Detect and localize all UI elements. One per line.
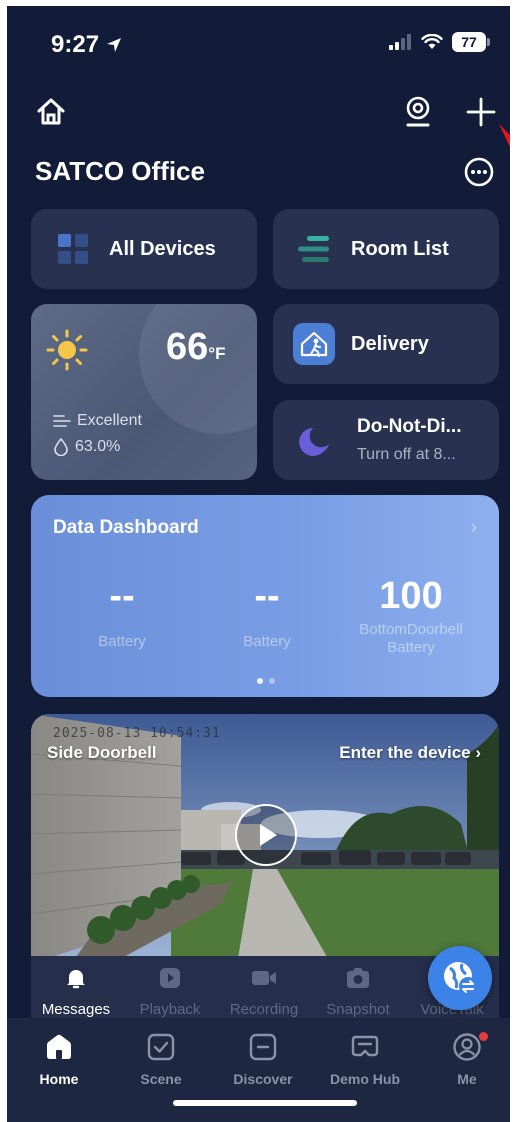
delivery-label: Delivery [351, 333, 429, 355]
action-label: Recording [229, 1001, 299, 1018]
action-label: Snapshot [326, 1001, 390, 1018]
metric-value: -- [109, 575, 135, 617]
delivery-scene-card[interactable]: Delivery [273, 304, 499, 384]
chevron-right-icon[interactable]: › [471, 517, 477, 538]
grid-icon [58, 234, 88, 264]
bell-icon [67, 970, 85, 989]
status-bar: 9:27 77 [7, 6, 510, 86]
enter-device-link[interactable]: Enter the device › [339, 743, 481, 763]
action-messages[interactable]: Messages [31, 966, 121, 1018]
checkbox-icon [147, 1033, 175, 1061]
home-switch-icon[interactable] [35, 96, 67, 128]
camera-feed[interactable]: 2025-08-13 10:54:31 Side Doorbell Enter … [31, 714, 499, 964]
temperature-unit: °F [208, 344, 226, 363]
tab-home[interactable]: Home [9, 1032, 109, 1087]
metric-value: 100 [379, 575, 443, 617]
metric-battery-2: -- Battery [192, 575, 342, 651]
play-icon [260, 824, 277, 846]
home-icon [47, 1034, 71, 1059]
smart-assistant-button[interactable] [428, 946, 492, 1010]
air-quality-row: Excellent [53, 412, 142, 430]
weather-card[interactable]: 66°F Excellent 63.0% [31, 304, 257, 480]
tab-label: Home [39, 1071, 79, 1087]
all-devices-card[interactable]: All Devices [31, 209, 257, 289]
metric-value: -- [254, 575, 280, 617]
temperature-value: 66°F [166, 326, 225, 369]
page-dot [257, 678, 263, 684]
video-camera-icon [252, 971, 276, 985]
security-camera-icon[interactable] [403, 96, 433, 128]
tab-label: Me [457, 1071, 477, 1087]
page-indicator [257, 678, 275, 684]
bottom-tab-bar: Home Scene Discover Demo Hub Me [7, 1018, 510, 1122]
temperature-number: 66 [166, 326, 209, 368]
play-button[interactable] [235, 804, 297, 866]
air-quality-text: Excellent [77, 412, 142, 429]
globe-transfer-icon [444, 962, 477, 995]
action-playback[interactable]: Playback [125, 966, 215, 1018]
location-arrow-icon [107, 38, 122, 52]
tab-label: Discover [233, 1071, 293, 1087]
annotation-arrow-icon [499, 124, 510, 148]
wifi-icon [421, 34, 443, 49]
battery-level: 77 [461, 34, 477, 50]
dnd-subtitle: Turn off at 8... [357, 446, 456, 463]
page-dot [269, 678, 275, 684]
camera-icon [347, 968, 369, 988]
more-options-icon[interactable] [463, 156, 495, 188]
tab-label: Demo Hub [330, 1071, 400, 1087]
dnd-title: Do-Not-Di... [357, 416, 462, 437]
playback-icon [160, 968, 180, 988]
tab-label: Scene [140, 1071, 182, 1087]
status-time: 9:27 [51, 31, 123, 59]
weather-decoration [139, 304, 257, 434]
sun-icon [46, 329, 88, 371]
humidity-drop-icon [54, 438, 68, 456]
notification-badge [479, 1032, 488, 1041]
user-icon [453, 1033, 481, 1061]
metric-label: Battery [98, 633, 146, 650]
status-time-label: 9:27 [51, 31, 100, 58]
humidity-text: 63.0% [75, 438, 121, 455]
tab-discover[interactable]: Discover [213, 1032, 313, 1087]
action-label: Playback [139, 1001, 201, 1018]
status-indicators: 77 [388, 32, 490, 52]
metric-battery-1: -- Battery [47, 575, 197, 651]
app-screen: 9:27 77 SATCO Office All Devices Room Li… [7, 6, 510, 1122]
discover-icon [249, 1033, 277, 1061]
room-list-label: Room List [351, 238, 449, 260]
hub-icon [351, 1035, 379, 1057]
metric-label: BottomDoorbell Battery [359, 621, 463, 656]
data-dashboard-card[interactable]: Data Dashboard › -- Battery -- Battery 1… [31, 495, 499, 697]
page-title: SATCO Office [35, 156, 205, 186]
battery-icon: 77 [452, 32, 490, 52]
metric-label: Battery [243, 633, 291, 650]
room-list-icon [298, 236, 329, 262]
signal-icon [389, 34, 411, 50]
tab-scene[interactable]: Scene [111, 1032, 211, 1087]
dashboard-title: Data Dashboard [53, 517, 199, 538]
tab-me[interactable]: Me [417, 1032, 510, 1087]
metric-bottom-doorbell-battery: 100 BottomDoorbell Battery [336, 575, 486, 657]
delivery-icon [293, 323, 335, 365]
home-indicator [173, 1100, 357, 1106]
air-quality-icon [53, 415, 71, 427]
action-snapshot[interactable]: Snapshot [313, 966, 403, 1018]
humidity-row: 63.0% [53, 438, 120, 456]
device-name-label: Side Doorbell [47, 743, 157, 762]
moon-icon [299, 428, 329, 456]
video-timestamp: 2025-08-13 10:54:31 [53, 726, 221, 741]
action-label: Messages [41, 1001, 111, 1018]
action-recording[interactable]: Recording [219, 966, 309, 1018]
room-list-card[interactable]: Room List [273, 209, 499, 289]
all-devices-label: All Devices [109, 238, 216, 260]
tab-demo-hub[interactable]: Demo Hub [315, 1032, 415, 1087]
do-not-disturb-card[interactable]: Do-Not-Di... Turn off at 8... [273, 400, 499, 480]
